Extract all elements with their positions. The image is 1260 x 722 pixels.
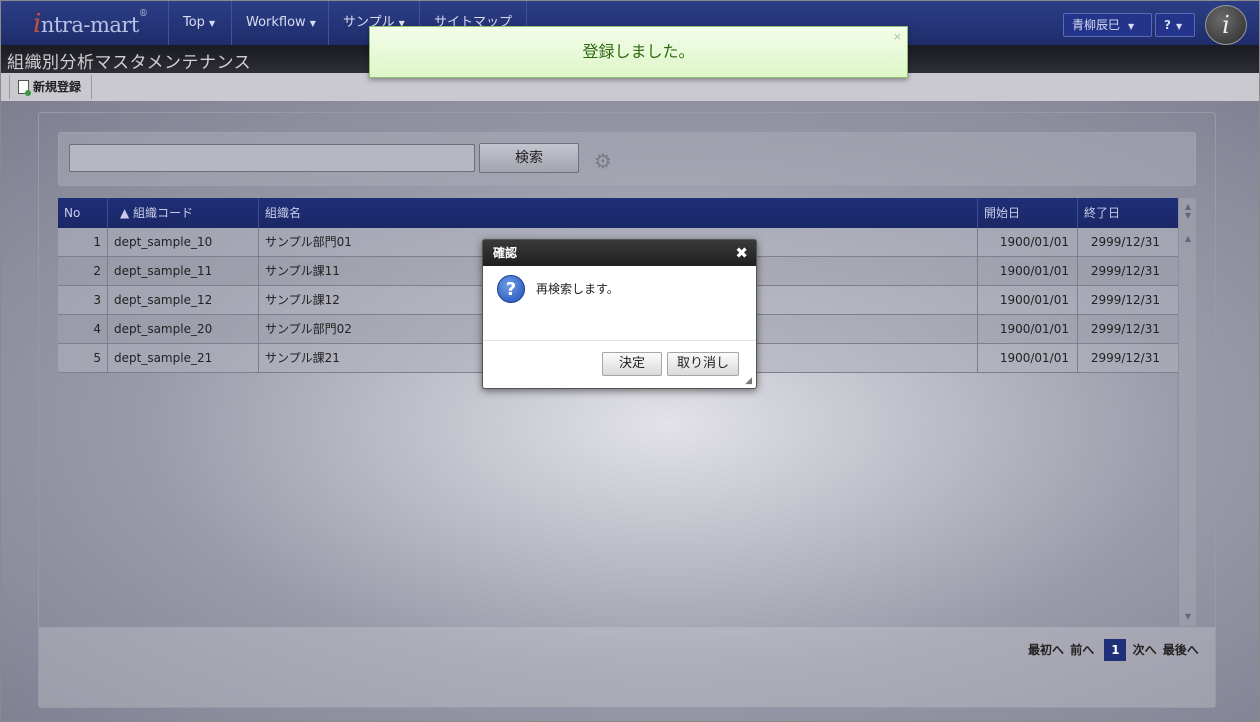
column-header-start[interactable]: 開始日 xyxy=(978,198,1078,228)
help-menu-button[interactable]: ? ▼ xyxy=(1155,13,1195,37)
new-register-label: 新規登録 xyxy=(33,80,82,94)
logo[interactable]: intra-mart® xyxy=(33,9,148,39)
cell-start: 1900/01/01 xyxy=(978,228,1078,256)
column-header-code[interactable]: ▲ 組織コード xyxy=(108,198,259,228)
main-content: 検索 ⚙ No ▲ 組織コード 組織名 開始日 終了日 1 dept_sampl… xyxy=(1,101,1259,721)
success-notification: 登録しました。 × xyxy=(369,26,908,78)
nav-top[interactable]: Top ▼ xyxy=(168,1,229,45)
cell-no: 3 xyxy=(58,286,108,314)
user-name: 青柳辰巳 xyxy=(1072,18,1121,32)
question-icon: ? xyxy=(497,275,525,303)
cell-end: 2999/12/31 xyxy=(1090,322,1160,336)
chevron-down-icon: ▼ xyxy=(1175,22,1183,31)
user-menu-button[interactable]: 青柳辰巳 ▼ xyxy=(1063,13,1152,37)
grid-header: No ▲ 組織コード 組織名 開始日 終了日 xyxy=(58,198,1178,228)
dialog-title: 確認 xyxy=(493,246,518,260)
pager-next-link[interactable]: 次へ xyxy=(1133,643,1157,657)
scroll-down-icon[interactable]: ▼ xyxy=(1179,612,1197,621)
cell-start: 1900/01/01 xyxy=(978,257,1078,285)
cell-end: 2999/12/31 xyxy=(1090,351,1160,365)
cell-code: dept_sample_20 xyxy=(108,315,259,343)
ok-button[interactable]: 決定 xyxy=(602,352,662,376)
search-area: 検索 ⚙ xyxy=(58,132,1196,186)
pagination: 最初へ 前へ 1 次へ 最後へ xyxy=(1028,639,1201,661)
new-document-icon xyxy=(18,80,31,96)
cell-no: 5 xyxy=(58,344,108,372)
chevron-down-icon: ▼ xyxy=(1128,22,1135,31)
pager-current-page[interactable]: 1 xyxy=(1104,639,1127,661)
pager-last-link[interactable]: 最後へ xyxy=(1163,643,1199,657)
cell-code: dept_sample_21 xyxy=(108,344,259,372)
pager-first-link[interactable]: 最初へ xyxy=(1028,643,1064,657)
cell-code: dept_sample_10 xyxy=(108,228,259,256)
cell-start: 1900/01/01 xyxy=(978,315,1078,343)
column-header-no[interactable]: No xyxy=(58,198,108,228)
logo-registered-mark: ® xyxy=(138,9,148,19)
notification-message: 登録しました。 xyxy=(582,42,695,61)
logo-i: i xyxy=(33,9,41,39)
close-icon[interactable]: × xyxy=(893,31,902,43)
column-header-name[interactable]: 組織名 xyxy=(259,198,978,228)
dialog-message: 再検索します。 xyxy=(536,282,619,296)
cell-start: 1900/01/01 xyxy=(978,344,1078,372)
pager-prev-link[interactable]: 前へ xyxy=(1070,643,1094,657)
dialog-header: 確認 ✖ xyxy=(483,240,756,266)
resize-grip-icon[interactable]: ◢ xyxy=(745,376,752,386)
cell-start: 1900/01/01 xyxy=(978,286,1078,314)
logo-text: ntra-mart xyxy=(40,13,140,37)
cell-end: 2999/12/31 xyxy=(1090,235,1160,249)
search-button[interactable]: 検索 xyxy=(479,143,579,173)
new-register-button[interactable]: 新規登録 xyxy=(9,75,93,99)
help-label: ? xyxy=(1164,18,1171,32)
sort-arrows-icon: ▲ ▼ xyxy=(1184,202,1192,220)
nav-workflow[interactable]: Workflow ▼ xyxy=(231,1,330,45)
cell-end: 2999/12/31 xyxy=(1090,264,1160,278)
chevron-down-icon: ▼ xyxy=(208,19,216,28)
page-title: 組織別分析マスタメンテナンス xyxy=(7,53,252,73)
cell-end: 2999/12/31 xyxy=(1090,293,1160,307)
close-icon[interactable]: ✖ xyxy=(735,240,748,266)
cancel-button[interactable]: 取り消し xyxy=(667,352,739,376)
app-window: intra-mart® Top ▼ Workflow ▼ サンプル ▼ サイトマップ … xyxy=(0,0,1260,722)
cell-no: 4 xyxy=(58,315,108,343)
cell-code: dept_sample_11 xyxy=(108,257,259,285)
nav-top-label: Top xyxy=(183,15,205,30)
dialog-divider xyxy=(483,340,756,341)
chevron-down-icon: ▼ xyxy=(309,19,316,28)
column-header-end[interactable]: 終了日 xyxy=(1078,198,1178,228)
gear-icon[interactable]: ⚙ xyxy=(593,151,613,171)
cell-no: 1 xyxy=(58,228,108,256)
cell-no: 2 xyxy=(58,257,108,285)
nav-workflow-label: Workflow xyxy=(246,15,306,30)
search-input[interactable] xyxy=(69,144,475,172)
cell-code: dept_sample_12 xyxy=(108,286,259,314)
scroll-up-icon[interactable]: ▲ xyxy=(1179,234,1197,243)
grid-scrollbar[interactable]: ▲ ▼ ▲ ▼ xyxy=(1178,198,1196,626)
brand-i-icon[interactable]: i xyxy=(1205,5,1247,45)
confirm-dialog: 確認 ✖ ? 再検索します。 決定 取り消し ◢ xyxy=(482,239,757,389)
